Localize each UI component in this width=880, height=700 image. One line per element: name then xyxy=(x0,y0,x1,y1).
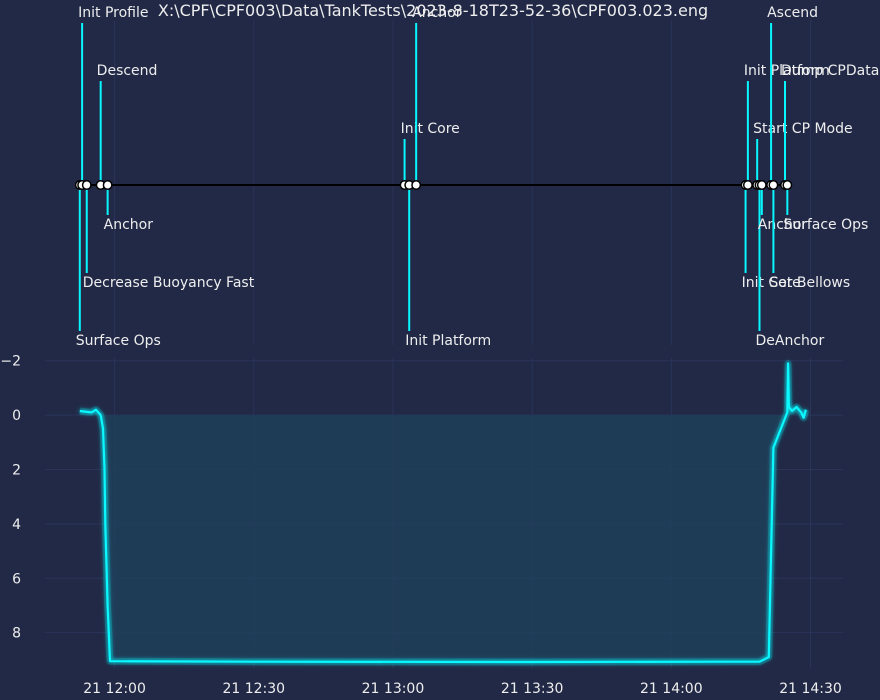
x-tick-label: 21 12:00 xyxy=(83,681,146,697)
event-label: Init Platform xyxy=(405,333,491,349)
y-tick-label: 4 xyxy=(12,517,21,533)
figure: X:\CPF\CPF003\Data\TankTests\2023-8-18T2… xyxy=(0,1,879,697)
x-tick-label: 21 13:30 xyxy=(501,681,564,697)
y-tick-label: 0 xyxy=(12,408,21,424)
event-label: Start CP Mode xyxy=(753,121,852,137)
event-marker xyxy=(411,180,422,190)
event-marker xyxy=(768,180,779,190)
event-label: Decrease Buoyancy Fast xyxy=(83,275,255,291)
event-label: Surface Ops xyxy=(783,217,868,233)
x-tick-label: 21 14:00 xyxy=(640,681,703,697)
event-label: Descend xyxy=(97,63,158,79)
event-marker xyxy=(102,180,113,190)
event-label: Ascend xyxy=(767,5,818,21)
event-marker xyxy=(782,180,793,190)
event-label: Set Bellows xyxy=(769,275,850,291)
x-tick-label: 21 13:00 xyxy=(362,681,425,697)
event-label: Anchor xyxy=(412,5,462,21)
event-label: Dump CPData xyxy=(781,63,879,79)
event-marker xyxy=(81,180,92,190)
x-tick-label: 21 14:30 xyxy=(779,681,842,697)
timeline-panel: Surface Ops Init Profile Decrease Buoyancy… xyxy=(74,5,879,349)
event-marker xyxy=(756,180,767,190)
event-label: Anchor xyxy=(104,217,154,233)
event-label: Surface Ops xyxy=(76,333,161,349)
event-label: Init Profile xyxy=(78,5,148,21)
y-tick-label: 8 xyxy=(12,626,21,642)
x-tick-label: 21 12:30 xyxy=(222,681,285,697)
event-label: DeAnchor xyxy=(755,333,824,349)
event-label: Init Core xyxy=(401,121,460,137)
y-tick-label: 6 xyxy=(12,571,21,587)
depth-panel: −2 0 2 4 6 8 21 12:00 21 12:30 21 13:00 21 13:30 2… xyxy=(0,354,843,697)
y-tick-label: 2 xyxy=(12,462,21,478)
event-marker xyxy=(742,180,753,190)
y-tick-label: −2 xyxy=(0,354,21,370)
